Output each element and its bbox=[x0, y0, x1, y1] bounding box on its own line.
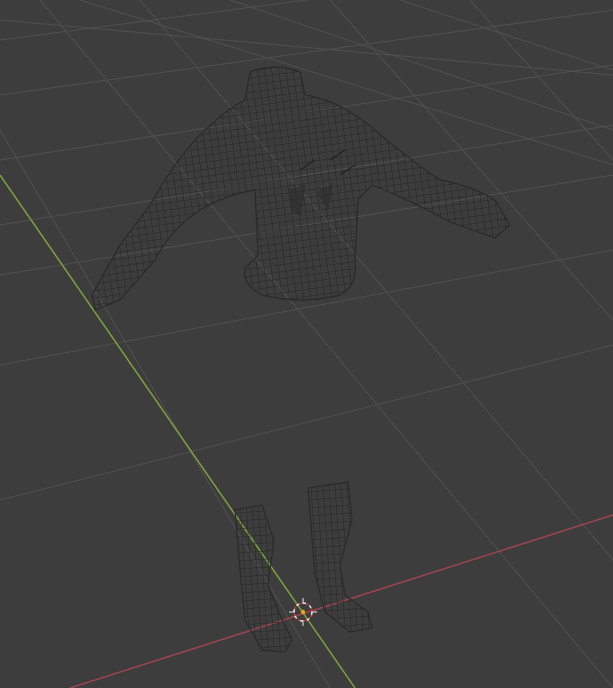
torso-mesh[interactable] bbox=[91, 66, 511, 311]
viewport-canvas[interactable] bbox=[0, 0, 613, 688]
left-boot-mesh[interactable] bbox=[234, 504, 293, 653]
3d-viewport[interactable] bbox=[0, 0, 613, 688]
object-origin-dot bbox=[300, 609, 306, 615]
